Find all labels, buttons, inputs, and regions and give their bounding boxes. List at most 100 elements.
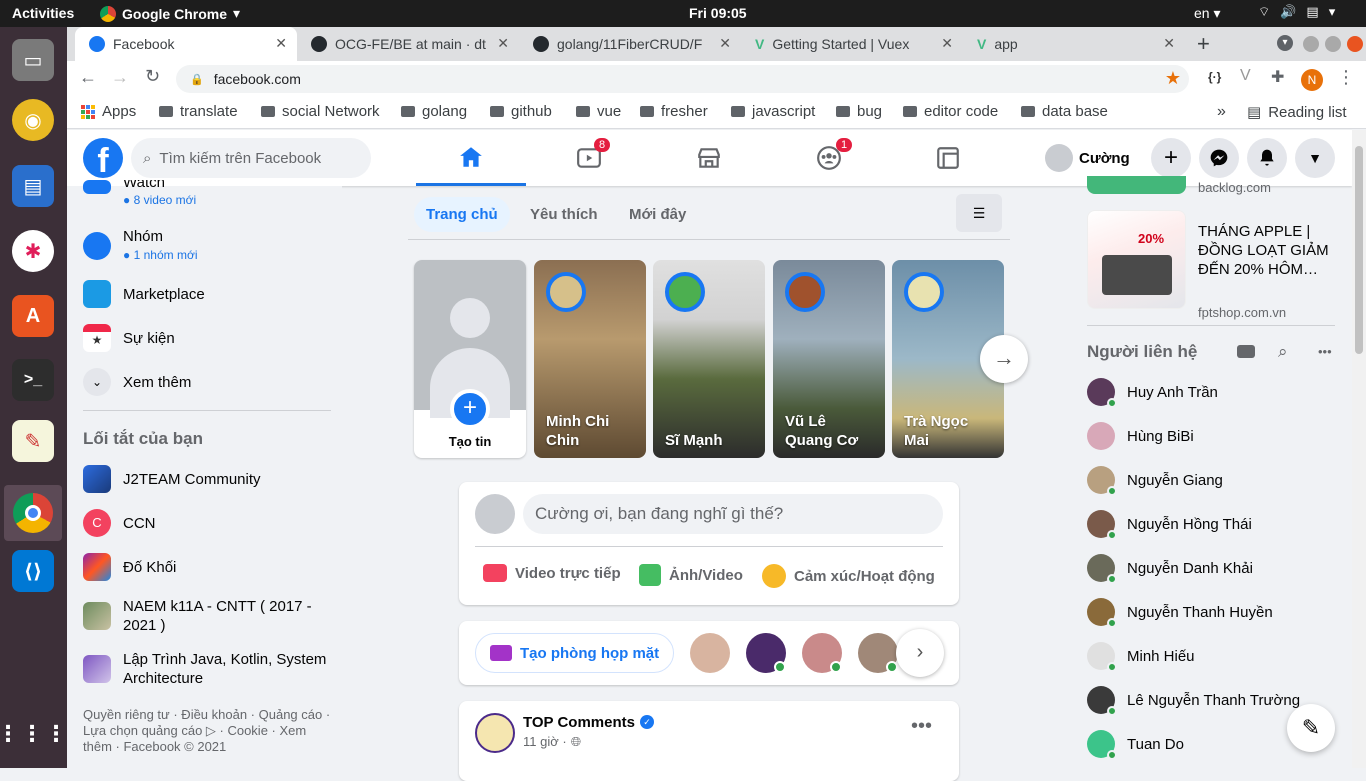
bookmark-folder[interactable]: translate (159, 103, 238, 120)
shortcut-item[interactable]: Lập Trình Java, Kotlin, System Architect… (83, 650, 333, 688)
post-more-button[interactable]: ••• (911, 715, 932, 738)
sidebar-item-marketplace[interactable]: Marketplace (83, 280, 205, 308)
bookmark-folder[interactable]: vue (576, 103, 621, 120)
new-message-button[interactable]: ✎ (1287, 704, 1335, 752)
nav-groups[interactable]: 1 (774, 130, 884, 186)
create-button[interactable]: + (1151, 138, 1191, 178)
reading-list-button[interactable]: ▤ Reading list (1247, 103, 1347, 122)
reload-icon[interactable]: ↻ (145, 66, 160, 87)
avatar[interactable] (858, 633, 898, 673)
extension-json-icon[interactable]: {·} (1208, 70, 1221, 84)
back-icon[interactable]: ← (79, 67, 97, 88)
bookmark-folder[interactable]: golang (401, 103, 467, 120)
live-video-button[interactable]: Video trực tiếp (483, 564, 621, 582)
contact-item[interactable]: Hùng BiBi (1087, 422, 1194, 450)
profile-avatar[interactable]: N (1301, 69, 1323, 91)
vscode-icon[interactable]: ⟨⟩ (12, 550, 54, 592)
app-menu[interactable]: Google Chrome ▾ (100, 5, 240, 22)
tab-search-button[interactable]: ▾ (1277, 35, 1293, 51)
feeling-activity-button[interactable]: Cảm xúc/Hoạt động (762, 564, 935, 588)
tab-ocg[interactable]: OCG-FE/BE at main · dt ✕ (297, 27, 519, 61)
extensions-puzzle-icon[interactable]: ✚ (1271, 67, 1284, 87)
close-icon[interactable]: ✕ (497, 35, 509, 52)
extension-vue-icon[interactable]: V (1240, 67, 1251, 85)
post-author[interactable]: TOP Comments (523, 714, 635, 731)
contact-item[interactable]: Minh Hiếu (1087, 642, 1195, 672)
story-card[interactable]: Minh Chi Chin (534, 260, 646, 458)
show-apps-icon[interactable]: ⋮⋮⋮ (0, 713, 67, 755)
shortcut-item[interactable]: NAEM k11A - CNTT ( 2017 - 2021 ) (83, 597, 333, 635)
terminal-icon[interactable]: >_ (12, 359, 54, 401)
create-room-button[interactable]: Tạo phòng họp mặt (475, 633, 675, 673)
close-icon[interactable]: ✕ (275, 35, 287, 52)
bookmark-folder[interactable]: fresher (640, 103, 708, 120)
contact-item[interactable]: Nguyễn Thanh Huyền (1087, 598, 1273, 628)
maximize-button[interactable] (1325, 36, 1341, 52)
clock[interactable]: Fri 09:05 (689, 5, 747, 21)
avatar[interactable] (746, 633, 786, 673)
sponsored-image[interactable] (1087, 176, 1186, 194)
close-icon[interactable]: ✕ (719, 35, 731, 52)
system-tray[interactable]: ⌔ 🔊 ▤ ▾ (1258, 4, 1335, 20)
contact-item[interactable]: Nguyễn Danh Khải (1087, 554, 1253, 584)
contact-item[interactable]: Tuan Do (1087, 730, 1184, 760)
shortcut-item[interactable]: C CCN (83, 509, 156, 537)
bookmark-folder[interactable]: data base (1021, 103, 1108, 120)
tab-vuex[interactable]: V Getting Started | Vuex ✕ (741, 27, 963, 61)
contact-item[interactable]: Lê Nguyễn Thanh Trường (1087, 686, 1300, 716)
facebook-logo[interactable]: f (83, 138, 123, 180)
tab-favorites[interactable]: Yêu thích (518, 197, 610, 232)
bookmark-star-icon[interactable]: ★ (1165, 68, 1181, 89)
bookmark-folder[interactable]: javascript (731, 103, 815, 120)
facebook-search-input[interactable]: ⌕ Tìm kiếm trên Facebook (131, 138, 371, 178)
page-scrollbar[interactable] (1352, 130, 1366, 768)
messenger-button[interactable] (1199, 138, 1239, 178)
create-story-card[interactable]: + Tạo tin (414, 260, 526, 458)
address-bar[interactable]: 🔒 facebook.com ★ (176, 65, 1189, 93)
search-icon[interactable]: ⌕ (1278, 342, 1288, 362)
sidebar-see-more[interactable]: ⌄ Xem thêm (83, 368, 191, 396)
stories-next-button[interactable]: → (980, 335, 1028, 383)
text-editor-icon[interactable]: ✎ (12, 420, 54, 462)
bookmarks-overflow[interactable]: » (1217, 103, 1226, 121)
menu-icon[interactable]: ⋮ (1337, 67, 1355, 88)
page-avatar[interactable] (475, 713, 515, 753)
language-indicator[interactable]: en ▾ (1194, 5, 1221, 22)
libreoffice-writer-icon[interactable]: ▤ (12, 165, 54, 207)
files-icon[interactable]: ▭ (12, 39, 54, 81)
avatar[interactable] (690, 633, 730, 673)
shortcut-item[interactable]: Đố Khối (83, 553, 176, 581)
minimize-button[interactable] (1303, 36, 1319, 52)
feed-filter-button[interactable]: ☰ (956, 194, 1002, 232)
tab-app[interactable]: Vapp ✕ (963, 27, 1185, 61)
nav-gaming[interactable] (893, 130, 1003, 186)
bookmark-folder[interactable]: bug (836, 103, 882, 120)
bookmark-folder[interactable]: editor code (903, 103, 998, 120)
bookmark-apps[interactable]: Apps (81, 103, 136, 120)
shortcut-item[interactable]: J2TEAM Community (83, 465, 261, 493)
scrollbar-thumb[interactable] (1355, 146, 1363, 354)
close-icon[interactable]: ✕ (941, 35, 953, 52)
story-card[interactable]: Sĩ Mạnh (653, 260, 765, 458)
post-time[interactable]: 11 giờ · 🌐︎ (523, 734, 581, 750)
nav-home[interactable] (416, 130, 526, 186)
tab-recent[interactable]: Mới đây (617, 197, 698, 232)
chrome-dock-icon[interactable] (4, 485, 62, 541)
forward-icon[interactable]: → (111, 67, 129, 88)
contact-item[interactable]: Nguyễn Hồng Thái (1087, 510, 1252, 540)
notifications-button[interactable] (1247, 138, 1287, 178)
sidebar-item-watch[interactable]: Watch ● 8 video mới (83, 180, 196, 208)
tab-home-feed[interactable]: Trang chủ (414, 197, 510, 232)
more-icon[interactable]: ••• (1318, 344, 1332, 359)
footer-links[interactable]: Quyền riêng tư · Điều khoản · Quảng cáo … (83, 707, 335, 755)
activities-button[interactable]: Activities (12, 5, 74, 21)
software-center-icon[interactable]: A (12, 295, 54, 337)
nav-marketplace[interactable] (654, 130, 764, 186)
avatar[interactable] (802, 633, 842, 673)
sidebar-item-groups[interactable]: Nhóm ● 1 nhóm mới (83, 228, 197, 264)
sidebar-item-events[interactable]: ★ Sự kiện (83, 324, 175, 352)
close-window-button[interactable] (1347, 36, 1363, 52)
bookmark-folder[interactable]: social Network (261, 103, 380, 120)
sponsored-item[interactable]: 20% THÁNG APPLE | ĐỒNG LOẠT GIẢM ĐẾN 20%… (1087, 210, 1337, 320)
new-room-icon[interactable] (1237, 345, 1255, 358)
